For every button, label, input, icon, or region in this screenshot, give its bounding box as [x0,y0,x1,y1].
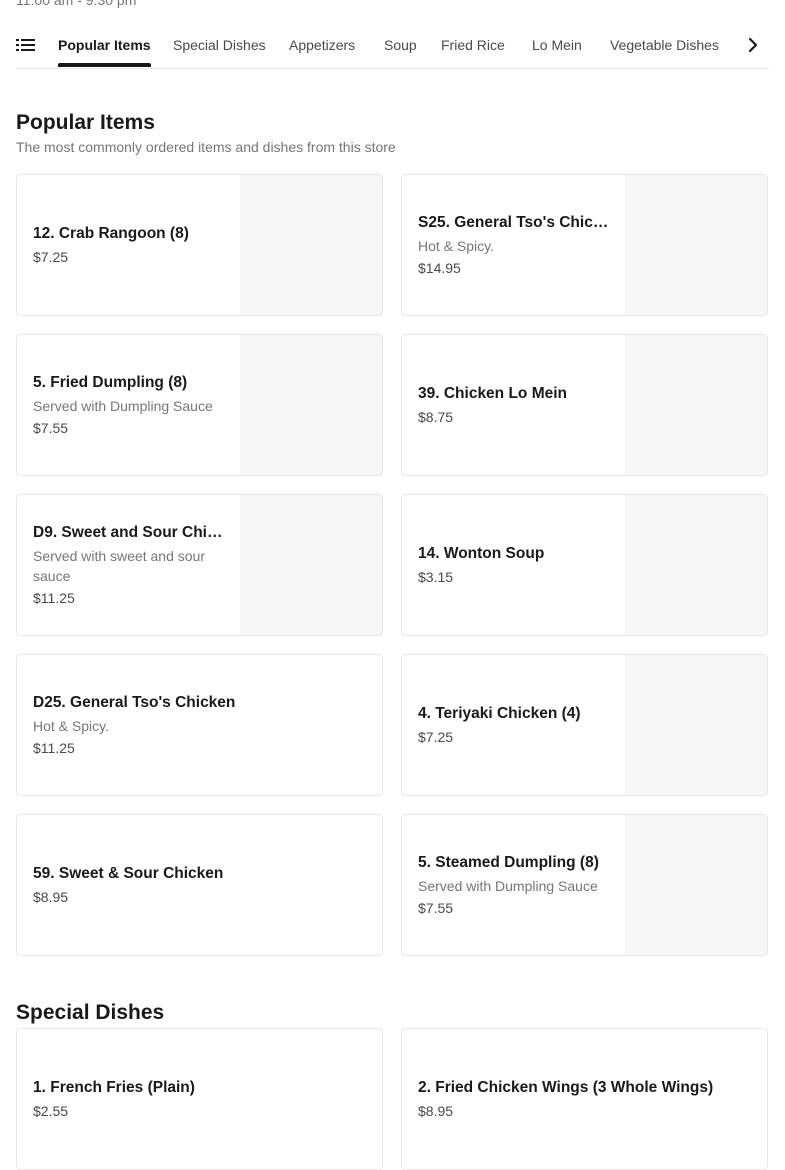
tab-vegetable-dishes[interactable]: Vegetable Dishes [610,24,719,66]
menu-item-image [240,335,382,475]
menu-item-info: 2. Fried Chicken Wings (3 Whole Wings) $8… [418,1029,748,1169]
menu-item-price: $11.25 [33,590,75,606]
menu-item-name: S25. General Tso's Chicken [418,214,612,231]
menu-item-info: 5. Fried Dumpling (8) Served with Dumplin… [33,335,227,475]
tab-lo-mein[interactable]: Lo Mein [532,24,582,66]
menu-item-info: 5. Steamed Dumpling (8) Served with Dumpl… [418,815,612,955]
tab-soup[interactable]: Soup [384,24,417,66]
menu-item-card[interactable]: 14. Wonton Soup $3.15 [401,494,768,636]
menu-item-info: 39. Chicken Lo Mein $8.75 [418,335,612,475]
menu-item-description: Served with Dumpling Sauce [418,878,598,894]
menu-item-image [240,495,382,635]
menu-item-name: D25. General Tso's Chicken [33,694,236,711]
tab-popular-items[interactable]: Popular Items [58,24,151,67]
menu-item-price: $3.15 [418,569,454,585]
menu-item-description: Served with Dumpling Sauce [33,398,213,414]
menu-item-info: 59. Sweet & Sour Chicken $8.95 [33,815,363,955]
menu-item-price: $7.55 [33,420,69,436]
menu-item-name: 12. Crab Rangoon (8) [33,225,189,242]
menu-item-name: 2. Fried Chicken Wings (3 Whole Wings) [418,1079,714,1096]
store-hours: 11:00 am - 9:30 pm [16,0,137,8]
menu-item-info: D25. General Tso's Chicken Hot & Spicy. $1… [33,655,363,795]
tab-special-dishes[interactable]: Special Dishes [173,24,266,66]
menu-item-card[interactable]: 5. Steamed Dumpling (8) Served with Dumpl… [401,814,768,956]
menu-item-price: $7.55 [418,900,454,916]
menu-item-card[interactable]: 2. Fried Chicken Wings (3 Whole Wings) $8… [401,1028,768,1170]
menu-item-card[interactable]: S25. General Tso's Chicken Hot & Spicy. $1… [401,174,768,316]
menu-item-info: 4. Teriyaki Chicken (4) $7.25 [418,655,612,795]
menu-item-info: 12. Crab Rangoon (8) $7.25 [33,175,227,315]
menu-item-image [625,655,767,795]
menu-item-info: 14. Wonton Soup $3.15 [418,495,612,635]
menu-item-name: 1. French Fries (Plain) [33,1079,195,1096]
menu-item-name: 14. Wonton Soup [418,545,545,562]
chevron-right-icon[interactable] [744,36,762,54]
menu-item-card[interactable]: 39. Chicken Lo Mein $8.75 [401,334,768,476]
menu-item-card[interactable]: 1. French Fries (Plain) $2.55 [16,1028,383,1170]
menu-item-image [625,815,767,955]
section-subtitle-popular: The most commonly ordered items and dish… [16,139,396,155]
menu-item-card[interactable]: D25. General Tso's Chicken Hot & Spicy. $1… [16,654,383,796]
menu-item-card[interactable]: 59. Sweet & Sour Chicken $8.95 [16,814,383,956]
menu-item-image [625,335,767,475]
menu-item-name: 39. Chicken Lo Mein [418,385,568,402]
menu-item-price: $7.25 [33,249,69,265]
list-icon[interactable] [16,37,36,53]
menu-item-description: Served with sweet and sour sauce [33,548,205,584]
menu-item-info: D9. Sweet and Sour Chicken Served with sw… [33,495,227,635]
menu-item-price: $14.95 [418,260,461,276]
menu-item-image [625,495,767,635]
menu-item-name: 4. Teriyaki Chicken (4) [418,705,581,722]
menu-item-description: Hot & Spicy. [33,718,109,734]
menu-item-name: 5. Fried Dumpling (8) [33,374,188,391]
tab-appetizers[interactable]: Appetizers [289,24,355,66]
tabs-fade [716,24,746,66]
menu-item-image [625,175,767,315]
menu-item-price: $7.25 [418,729,454,745]
tab-fried-rice[interactable]: Fried Rice [441,24,505,66]
menu-item-price: $2.55 [33,1103,69,1119]
menu-item-card[interactable]: 12. Crab Rangoon (8) $7.25 [16,174,383,316]
section-title-popular: Popular Items [16,111,155,134]
section-title-special: Special Dishes [16,1001,165,1024]
menu-item-card[interactable]: 5. Fried Dumpling (8) Served with Dumplin… [16,334,383,476]
menu-item-info: 1. French Fries (Plain) $2.55 [33,1029,363,1169]
menu-item-name: 5. Steamed Dumpling (8) [418,854,599,871]
menu-item-price: $8.95 [418,1103,454,1119]
menu-item-description: Hot & Spicy. [418,238,494,254]
menu-item-image [240,175,382,315]
category-nav: Popular Items Special Dishes Appetizers … [16,24,769,69]
menu-item-info: S25. General Tso's Chicken Hot & Spicy. $1… [418,175,612,315]
menu-item-name: 59. Sweet & Sour Chicken [33,865,224,882]
menu-item-card[interactable]: D9. Sweet and Sour Chicken Served with sw… [16,494,383,636]
menu-item-card[interactable]: 4. Teriyaki Chicken (4) $7.25 [401,654,768,796]
menu-item-price: $8.75 [418,409,454,425]
menu-item-price: $11.25 [33,740,75,756]
menu-item-name: D9. Sweet and Sour Chicken [33,524,227,541]
menu-item-price: $8.95 [33,889,69,905]
